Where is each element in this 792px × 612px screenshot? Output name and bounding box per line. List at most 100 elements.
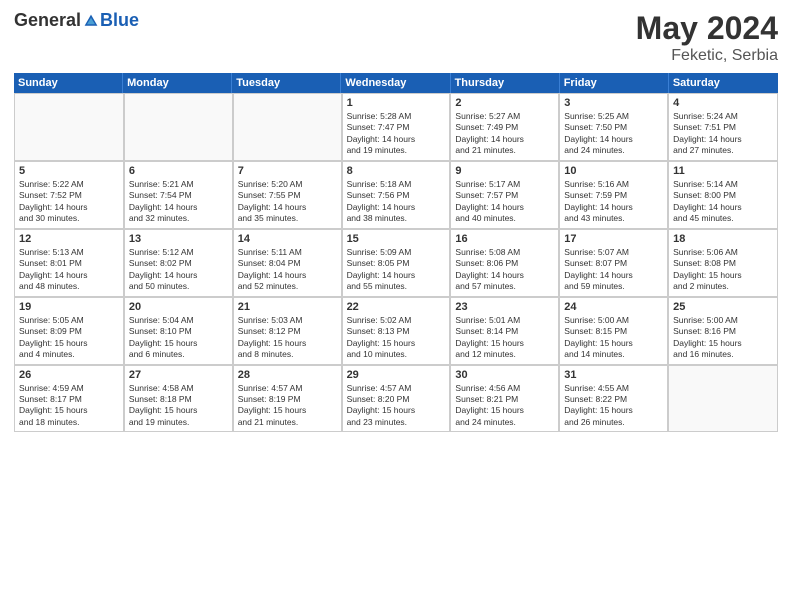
cell-line: Sunset: 7:47 PM: [347, 122, 446, 133]
cell-line: and 45 minutes.: [673, 213, 773, 224]
cell-line: Daylight: 15 hours: [19, 338, 119, 349]
calendar-cell-day-15: 15Sunrise: 5:09 AMSunset: 8:05 PMDayligh…: [342, 230, 451, 296]
calendar-row-5: 26Sunrise: 4:59 AMSunset: 8:17 PMDayligh…: [15, 365, 777, 432]
cell-line: Sunset: 8:12 PM: [238, 326, 337, 337]
cell-line: Sunrise: 5:04 AM: [129, 315, 228, 326]
cell-line: Sunrise: 5:06 AM: [673, 247, 773, 258]
cell-line: Daylight: 15 hours: [347, 405, 446, 416]
cell-line: Sunrise: 5:17 AM: [455, 179, 554, 190]
calendar-cell-day-26: 26Sunrise: 4:59 AMSunset: 8:17 PMDayligh…: [15, 366, 124, 432]
day-number: 23: [455, 301, 554, 313]
calendar-cell-empty: [124, 94, 233, 160]
cell-line: and 52 minutes.: [238, 281, 337, 292]
cell-line: Sunrise: 5:16 AM: [564, 179, 663, 190]
cell-line: Sunset: 7:54 PM: [129, 190, 228, 201]
calendar-cell-day-23: 23Sunrise: 5:01 AMSunset: 8:14 PMDayligh…: [450, 298, 559, 364]
cell-line: and 21 minutes.: [455, 145, 554, 156]
cell-line: and 48 minutes.: [19, 281, 119, 292]
day-number: 14: [238, 233, 337, 245]
calendar-cell-day-29: 29Sunrise: 4:57 AMSunset: 8:20 PMDayligh…: [342, 366, 451, 432]
cell-line: Sunrise: 5:28 AM: [347, 111, 446, 122]
cell-line: Sunset: 7:51 PM: [673, 122, 773, 133]
calendar-cell-day-27: 27Sunrise: 4:58 AMSunset: 8:18 PMDayligh…: [124, 366, 233, 432]
calendar-cell-day-22: 22Sunrise: 5:02 AMSunset: 8:13 PMDayligh…: [342, 298, 451, 364]
cell-line: and 8 minutes.: [238, 349, 337, 360]
cell-line: Sunset: 8:10 PM: [129, 326, 228, 337]
header: General Blue May 2024 Feketic, Serbia: [14, 10, 778, 65]
cell-line: and 35 minutes.: [238, 213, 337, 224]
cell-line: Daylight: 14 hours: [673, 202, 773, 213]
cell-line: Sunrise: 5:00 AM: [673, 315, 773, 326]
day-number: 6: [129, 165, 228, 177]
day-number: 25: [673, 301, 773, 313]
cell-line: and 2 minutes.: [673, 281, 773, 292]
day-number: 13: [129, 233, 228, 245]
day-number: 22: [347, 301, 446, 313]
cell-line: Daylight: 14 hours: [19, 202, 119, 213]
cell-line: Sunrise: 5:03 AM: [238, 315, 337, 326]
cell-line: Daylight: 14 hours: [347, 270, 446, 281]
cell-line: and 38 minutes.: [347, 213, 446, 224]
cell-line: Sunrise: 4:57 AM: [238, 383, 337, 394]
cell-line: Daylight: 14 hours: [238, 202, 337, 213]
day-number: 26: [19, 369, 119, 381]
calendar-cell-day-10: 10Sunrise: 5:16 AMSunset: 7:59 PMDayligh…: [559, 162, 668, 228]
calendar-cell-day-13: 13Sunrise: 5:12 AMSunset: 8:02 PMDayligh…: [124, 230, 233, 296]
cell-line: Sunrise: 4:59 AM: [19, 383, 119, 394]
cell-line: Sunset: 7:52 PM: [19, 190, 119, 201]
cell-line: Sunset: 8:13 PM: [347, 326, 446, 337]
cell-line: Sunset: 8:19 PM: [238, 394, 337, 405]
cell-line: Sunrise: 5:21 AM: [129, 179, 228, 190]
title-month: May 2024: [636, 10, 778, 47]
cell-line: Daylight: 14 hours: [564, 270, 663, 281]
cell-line: Sunrise: 5:24 AM: [673, 111, 773, 122]
cell-line: Sunset: 7:49 PM: [455, 122, 554, 133]
cell-line: Sunset: 8:04 PM: [238, 258, 337, 269]
cell-line: Sunset: 8:05 PM: [347, 258, 446, 269]
calendar-cell-day-8: 8Sunrise: 5:18 AMSunset: 7:56 PMDaylight…: [342, 162, 451, 228]
calendar-cell-day-30: 30Sunrise: 4:56 AMSunset: 8:21 PMDayligh…: [450, 366, 559, 432]
cell-line: Daylight: 15 hours: [455, 405, 554, 416]
cell-line: Daylight: 15 hours: [455, 338, 554, 349]
calendar-row-4: 19Sunrise: 5:05 AMSunset: 8:09 PMDayligh…: [15, 297, 777, 365]
cell-line: Sunset: 8:18 PM: [129, 394, 228, 405]
calendar-cell-day-21: 21Sunrise: 5:03 AMSunset: 8:12 PMDayligh…: [233, 298, 342, 364]
cell-line: Sunset: 8:00 PM: [673, 190, 773, 201]
calendar-header: SundayMondayTuesdayWednesdayThursdayFrid…: [14, 73, 778, 93]
cell-line: Daylight: 14 hours: [455, 134, 554, 145]
weekday-header-saturday: Saturday: [669, 73, 778, 93]
day-number: 3: [564, 97, 663, 109]
calendar-cell-empty: [15, 94, 124, 160]
calendar-cell-empty: [233, 94, 342, 160]
cell-line: Sunrise: 5:27 AM: [455, 111, 554, 122]
weekday-header-wednesday: Wednesday: [341, 73, 450, 93]
cell-line: Sunset: 8:02 PM: [129, 258, 228, 269]
cell-line: Daylight: 15 hours: [129, 405, 228, 416]
weekday-header-sunday: Sunday: [14, 73, 123, 93]
cell-line: Sunrise: 4:58 AM: [129, 383, 228, 394]
cell-line: Sunrise: 5:00 AM: [564, 315, 663, 326]
cell-line: Sunrise: 5:02 AM: [347, 315, 446, 326]
day-number: 1: [347, 97, 446, 109]
calendar-cell-day-11: 11 Sunrise: 5:14 AMSunset: 8:00 PMDayligh…: [668, 162, 777, 228]
cell-line: Sunrise: 5:14 AM: [673, 179, 773, 190]
day-number: 11: [673, 165, 773, 177]
calendar-cell-day-5: 5Sunrise: 5:22 AMSunset: 7:52 PMDaylight…: [15, 162, 124, 228]
cell-line: Daylight: 14 hours: [129, 202, 228, 213]
day-number: 17: [564, 233, 663, 245]
calendar-body: 1 Sunrise: 5:28 AMSunset: 7:47 PM Daylight…: [14, 93, 778, 432]
cell-line: and 26 minutes.: [564, 417, 663, 428]
cell-line: Sunrise: 5:08 AM: [455, 247, 554, 258]
day-number: 19: [19, 301, 119, 313]
day-number: 4: [673, 97, 773, 109]
day-number: 15: [347, 233, 446, 245]
cell-line: Daylight: 14 hours: [564, 202, 663, 213]
day-number: 2: [455, 97, 554, 109]
cell-line: Sunset: 8:06 PM: [455, 258, 554, 269]
day-number: 8: [347, 165, 446, 177]
cell-line: Sunset: 7:55 PM: [238, 190, 337, 201]
cell-line: Daylight: 15 hours: [564, 405, 663, 416]
cell-line: Daylight: 14 hours: [673, 134, 773, 145]
cell-line: Daylight: 15 hours: [673, 270, 773, 281]
day-number: 28: [238, 369, 337, 381]
